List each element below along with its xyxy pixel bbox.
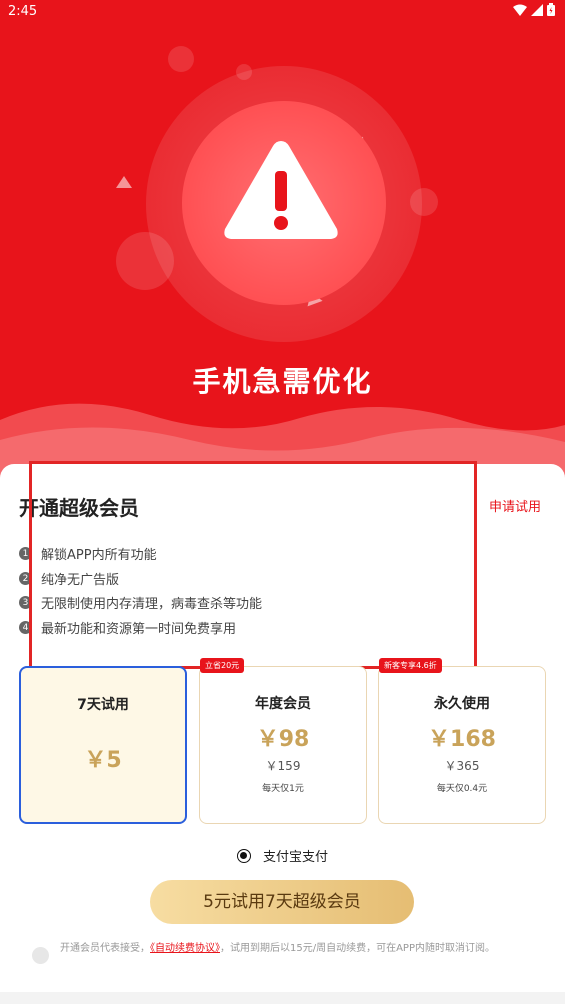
decor-bubble [168,46,194,72]
agreement-notice: 开通会员代表接受，《自动续费协议》，试用到期后以15元/周自动续费，可在APP内… [32,942,542,964]
status-bar: 2:45 [0,0,565,24]
plan-card-lifetime[interactable]: 新客专享4.6折 永久使用 ￥168 ￥365 每天仅0.4元 [378,658,546,824]
payment-radio[interactable] [236,848,251,863]
battery-icon [547,3,555,16]
apply-trial-link[interactable]: 申请试用 [489,496,541,515]
bottom-bar [0,992,565,1004]
plan-price: ￥168 [428,727,496,752]
signal-icon [531,3,543,16]
plan-name: 7天试用 [77,697,129,713]
decor-shard [116,176,132,188]
payment-method[interactable]: 支付宝支付 [0,846,565,865]
plan-badge: 立省20元 [200,658,245,673]
annotation-highlight-box [29,461,477,669]
agreement-checkbox[interactable] [32,947,49,964]
agreement-text: 开通会员代表接受，《自动续费协议》，试用到期后以15元/周自动续费，可在APP内… [60,942,542,956]
membership-card: 开通超级会员 申请试用 1 解锁APP内所有功能 2 纯净无广告版 3 无限制使… [0,461,565,994]
plan-original-price: ￥365 [444,759,480,773]
status-time: 2:45 [8,4,38,19]
plan-name: 年度会员 [255,696,311,712]
subscribe-button[interactable]: 5元试用7天超级会员 [150,880,414,924]
plan-badge: 新客专享4.6折 [379,658,442,673]
plan-card-annual[interactable]: 立省20元 年度会员 ￥98 ￥159 每天仅1元 [199,658,367,824]
hero-banner: 2:45 手机急需优化 [0,0,565,480]
plan-original-price: ￥159 [265,759,301,773]
agreement-suffix: ，试用到期后以15元/周自动续费，可在APP内随时取消订阅。 [220,943,495,954]
plan-price: ￥5 [84,748,122,773]
plan-price: ￥98 [256,727,310,752]
plan-daily-price: 每天仅0.4元 [436,784,488,794]
plan-daily-price: 每天仅1元 [262,784,304,794]
radio-selected-dot [240,852,248,859]
warning-icon [224,141,338,239]
agreement-prefix: 开通会员代表接受， [60,943,150,954]
wifi-icon [513,4,527,16]
payment-label: 支付宝支付 [262,850,328,865]
status-icons [513,3,555,16]
plan-name: 永久使用 [434,696,490,712]
auto-renew-agreement-link[interactable]: 《自动续费协议》 [150,943,220,954]
plan-card-7day-trial[interactable]: 7天试用 ￥5 [19,666,187,824]
